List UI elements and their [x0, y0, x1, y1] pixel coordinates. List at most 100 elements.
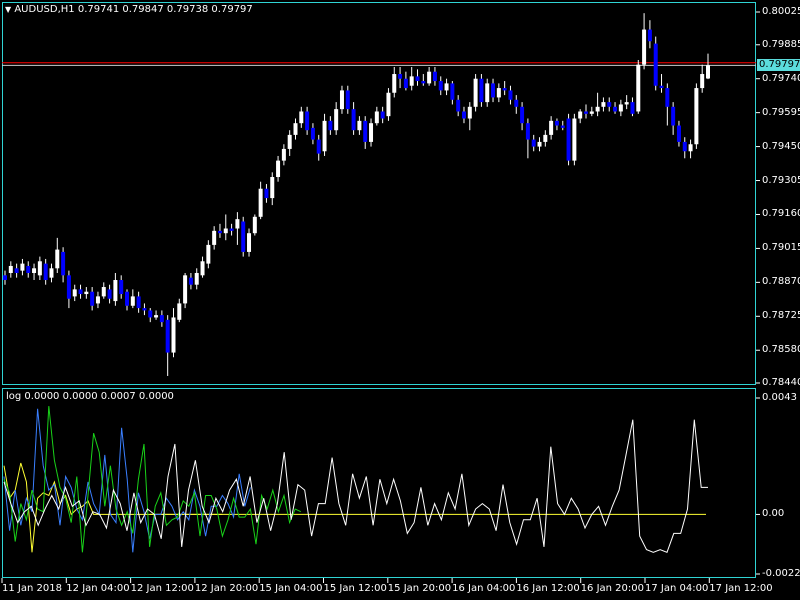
candle-body [398, 74, 403, 79]
candle-body [543, 134, 548, 142]
candle-body [554, 120, 559, 126]
symbol-label: AUDUSD,H1 [14, 4, 75, 15]
candle-body [26, 265, 31, 273]
candle-body [560, 125, 565, 128]
candle-body [142, 308, 147, 311]
candle-body [525, 123, 530, 140]
time-tick-label: 17 Jan 04:00 [645, 583, 709, 594]
candle-body [154, 315, 159, 318]
candle-body [694, 88, 699, 145]
candle-body [72, 289, 77, 297]
time-tick-label: 12 Jan 04:00 [66, 583, 130, 594]
candle-body [130, 296, 135, 306]
time-tick-label: 12 Jan 20:00 [194, 583, 259, 594]
indicator-tick-label: -0.0022 [762, 568, 800, 579]
candle-body [194, 272, 199, 285]
candle-body [444, 83, 449, 91]
candle-body [647, 29, 652, 42]
candle-body [334, 109, 339, 131]
candle-body [66, 275, 71, 299]
candle-body [456, 99, 461, 112]
candle-body [467, 106, 472, 119]
candle-body [392, 74, 397, 93]
candle-body [491, 83, 496, 98]
candle-body [78, 289, 83, 295]
candle-body [671, 106, 676, 126]
candle-body [229, 228, 234, 231]
candle-body [90, 291, 95, 306]
candle-body [682, 141, 687, 152]
candle-body [107, 289, 112, 299]
time-tick-label: 15 Jan 20:00 [387, 583, 452, 594]
candle-body [659, 85, 664, 89]
chart-canvas[interactable] [0, 0, 800, 600]
candle-body [369, 123, 374, 142]
candle-body [276, 160, 281, 178]
candle-body [665, 88, 670, 107]
candle-body [636, 64, 641, 112]
candle-body [322, 120, 327, 152]
candle-body [183, 275, 188, 304]
candle-body [700, 74, 705, 89]
candle-body [508, 90, 513, 100]
candle-body [293, 123, 298, 135]
price-tick-label: 0.78870 [762, 276, 800, 288]
candle-body [531, 139, 536, 147]
candle-body [287, 134, 292, 149]
candle-body [514, 99, 519, 107]
candle-body [200, 261, 205, 276]
time-tick-label: 12 Jan 12:00 [130, 583, 194, 594]
candle-body [589, 111, 594, 114]
candle-body [217, 230, 222, 234]
price-tick-label: 0.79160 [762, 208, 800, 220]
candle-body [653, 43, 658, 86]
candle-body [188, 277, 193, 285]
candle-body [339, 90, 344, 110]
candle-body [171, 317, 176, 353]
candle-body [32, 268, 37, 273]
price-tick-label: 0.79450 [762, 140, 800, 152]
candle-body [583, 111, 588, 114]
candle-body [706, 65, 710, 79]
candle-body [316, 139, 321, 154]
candle-body [450, 83, 455, 100]
time-tick-label: 17 Jan 12:00 [709, 583, 773, 594]
time-tick-label: 15 Jan 12:00 [323, 583, 387, 594]
candle-body [578, 111, 583, 119]
candle-body [247, 233, 252, 252]
candle-body [549, 120, 554, 135]
candle-body [688, 144, 693, 152]
candle-body [502, 88, 507, 91]
candle-body [427, 71, 432, 84]
candle-body [345, 90, 350, 110]
candle-body [386, 92, 391, 117]
price-tick-label: 0.78440 [762, 377, 800, 388]
candle-body [258, 188, 263, 217]
triangle-down-icon[interactable]: ▼ [5, 5, 11, 14]
candle-body [270, 177, 275, 199]
candle-body [351, 109, 356, 131]
candle-body [177, 303, 182, 320]
candle-body [3, 275, 7, 281]
candle-body [252, 216, 257, 234]
candle-body [84, 291, 89, 295]
chart-header: ▼ AUDUSD,H1 0.79741 0.79847 0.79738 0.79… [5, 4, 253, 16]
price-tick-label: 0.79595 [762, 106, 800, 118]
price-tick-label: 0.78725 [762, 310, 800, 322]
candle-body [165, 319, 170, 353]
candle-body [676, 125, 681, 142]
candle-body [374, 111, 379, 124]
candle-body [403, 78, 408, 89]
candle-body [136, 296, 141, 309]
candle-body [223, 228, 228, 234]
candle-body [624, 102, 629, 105]
indicator-label: log 0.0000 0.0000 0.0007 0.0000 [6, 391, 174, 402]
time-tick-label: 15 Jan 04:00 [259, 583, 323, 594]
ohlc-label: 0.79741 0.79847 0.79738 0.79797 [77, 4, 253, 15]
time-tick-label: 16 Jan 04:00 [452, 583, 516, 594]
candle-body [61, 251, 66, 276]
price-tick-label: 0.79740 [762, 72, 800, 84]
candle-body [8, 265, 13, 273]
candle-body [20, 263, 25, 271]
candle-body [421, 81, 426, 84]
